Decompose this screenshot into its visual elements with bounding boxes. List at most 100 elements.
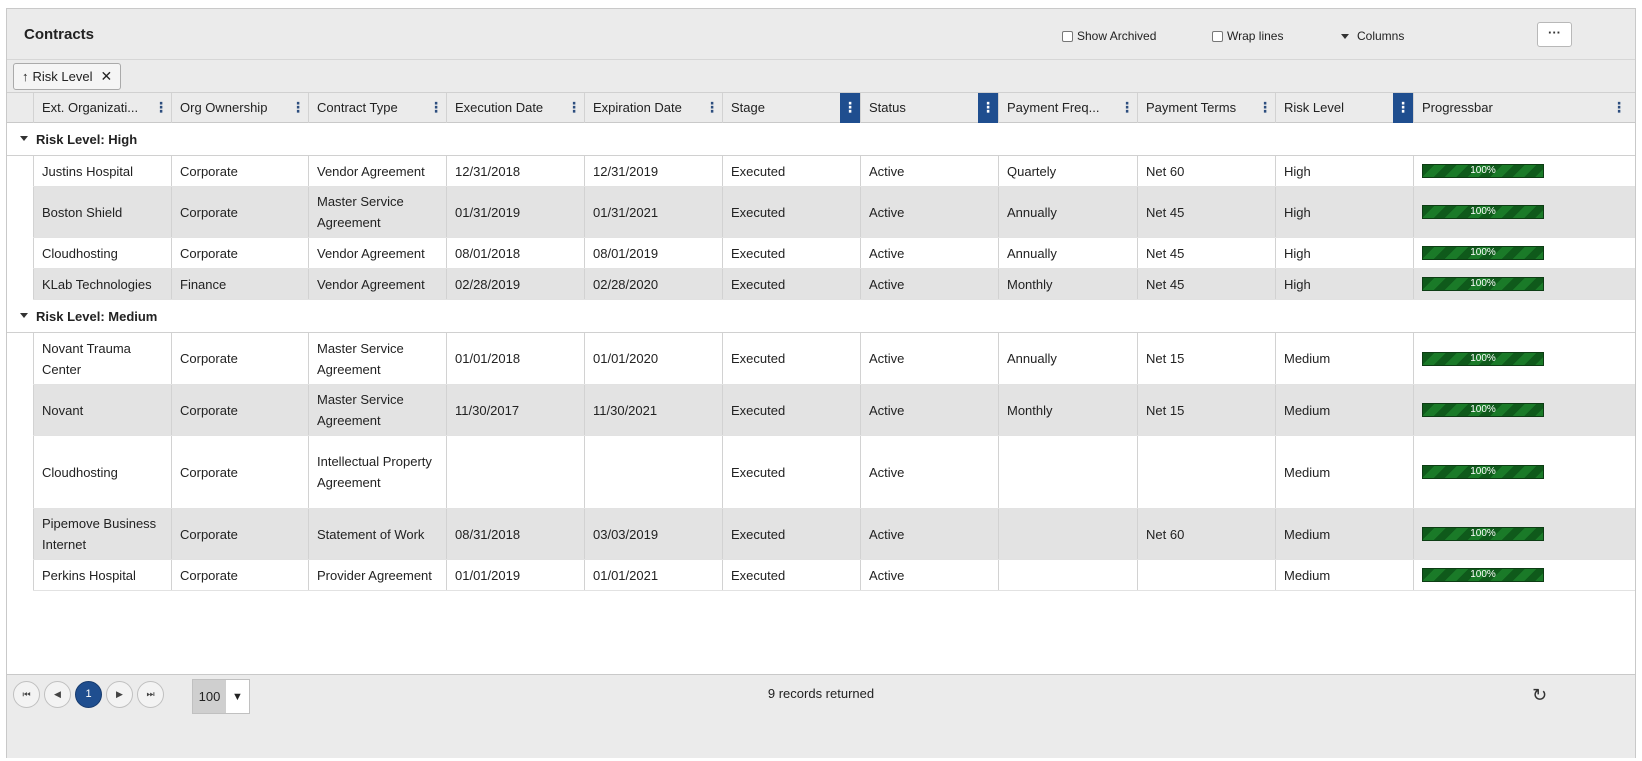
column-header-risk-level[interactable]: Risk Level ⋮: [1275, 93, 1413, 123]
column-header-contract-type[interactable]: Contract Type ⋮: [308, 93, 446, 123]
cell-risk-level: High: [1275, 187, 1413, 237]
column-menu-icon[interactable]: ⋮: [1117, 93, 1137, 123]
cell-text: Net 15: [1146, 402, 1185, 418]
cell-text: Executed: [731, 276, 786, 292]
cell-text: Active: [869, 567, 905, 583]
progress-bar: 100%: [1422, 246, 1544, 260]
cell-expiration-date: 02/28/2020: [584, 269, 722, 299]
cell-stage: Executed: [722, 269, 860, 299]
cell-text: Executed: [731, 163, 786, 179]
wrap-lines-toggle[interactable]: Wrap lines: [1212, 29, 1283, 43]
cell-org-ownership: Corporate: [171, 436, 308, 508]
cell-expiration-date: [584, 436, 722, 508]
column-menu-icon[interactable]: ⋮: [1255, 93, 1275, 123]
column-menu-icon[interactable]: ⋮: [426, 93, 446, 123]
remove-group-icon[interactable]: ✕: [100, 68, 112, 85]
cell-progressbar: 100%: [1413, 269, 1635, 299]
cell-stage: Executed: [722, 333, 860, 384]
column-header-status[interactable]: Status ⋮: [860, 93, 998, 123]
table-row[interactable]: Novant Trauma Center Corporate Master Serv…: [33, 333, 1635, 385]
table-row[interactable]: Pipemove Business Internet Corporate State…: [33, 509, 1635, 560]
cell-ext-organization: Justins Hospital: [33, 156, 171, 186]
wrap-lines-label: Wrap lines: [1227, 29, 1284, 43]
column-menu-icon[interactable]: ⋮: [564, 93, 584, 123]
cell-risk-level: Medium: [1275, 509, 1413, 559]
column-menu-icon[interactable]: ⋮: [978, 93, 998, 123]
cell-text: 01/01/2020: [593, 351, 659, 366]
cell-risk-level: Medium: [1275, 385, 1413, 435]
cell-text: Annually: [1007, 245, 1057, 261]
cell-org-ownership: Corporate: [171, 560, 308, 590]
group-header-label: Risk Level: Medium: [36, 309, 158, 324]
column-header-label: Payment Freq...: [1007, 100, 1100, 115]
column-menu-icon[interactable]: ⋮: [288, 93, 308, 123]
cell-text: Vendor Agreement: [317, 276, 425, 292]
cell-text: Medium: [1284, 464, 1331, 480]
cell-payment-terms: Net 15: [1137, 333, 1275, 384]
columns-menu-button[interactable]: Columns: [1341, 29, 1404, 43]
table-row[interactable]: Justins Hospital Corporate Vendor Agreemen…: [33, 156, 1635, 187]
cell-ext-organization: KLab Technologies: [33, 269, 171, 299]
show-archived-checkbox[interactable]: [1062, 30, 1073, 42]
table-row[interactable]: Perkins Hospital Corporate Provider Agreem…: [33, 560, 1635, 591]
show-archived-toggle[interactable]: Show Archived: [1062, 29, 1156, 43]
wrap-lines-checkbox[interactable]: [1212, 30, 1223, 42]
group-header-row[interactable]: Risk Level: Medium: [7, 300, 1635, 333]
cell-status: Active: [860, 436, 998, 508]
table-row[interactable]: KLab Technologies Finance Vendor Agreement…: [33, 269, 1635, 300]
progress-bar: 100%: [1422, 277, 1544, 291]
progress-bar: 100%: [1422, 568, 1544, 582]
table-row[interactable]: Cloudhosting Corporate Vendor Agreement 08/…: [33, 238, 1635, 269]
cell-text: Statement of Work: [317, 526, 425, 542]
table-row[interactable]: Boston Shield Corporate Master Service Agr…: [33, 187, 1635, 238]
cell-payment-terms: Net 45: [1137, 269, 1275, 299]
cell-stage: Executed: [722, 156, 860, 186]
cell-status: Active: [860, 269, 998, 299]
cell-risk-level: High: [1275, 269, 1413, 299]
cell-ext-organization: Pipemove Business Internet: [33, 509, 171, 559]
cell-stage: Executed: [722, 238, 860, 268]
cell-text: Active: [869, 402, 905, 418]
collapse-group-icon[interactable]: [20, 313, 28, 318]
cell-text: 01/01/2018: [455, 351, 521, 366]
cell-text: Executed: [731, 526, 786, 542]
table-row[interactable]: Cloudhosting Corporate Intellectual Proper…: [33, 436, 1635, 509]
cell-progressbar: 100%: [1413, 156, 1635, 186]
cell-text: Annually: [1007, 351, 1057, 366]
more-options-button[interactable]: ···: [1537, 22, 1572, 47]
chevron-down-icon: [1341, 33, 1349, 39]
table-row[interactable]: Novant Corporate Master Service Agreement 1…: [33, 385, 1635, 436]
cell-text: Corporate: [180, 163, 238, 179]
column-header-org-ownership[interactable]: Org Ownership ⋮: [171, 93, 308, 123]
cell-expiration-date: 12/31/2019: [584, 156, 722, 186]
cell-payment-terms: Net 15: [1137, 385, 1275, 435]
column-header-payment-frequency[interactable]: Payment Freq... ⋮: [998, 93, 1137, 123]
column-header-stage[interactable]: Stage ⋮: [722, 93, 860, 123]
cell-text: 11/30/2017: [455, 402, 520, 418]
column-header-progressbar[interactable]: Progressbar ⋮: [1413, 93, 1629, 123]
column-header-ext-organization[interactable]: Ext. Organizati... ⋮: [33, 93, 171, 123]
group-header-row[interactable]: Risk Level: High: [7, 123, 1635, 156]
cell-execution-date: [446, 436, 584, 508]
group-by-chip-risk-level[interactable]: ↑ Risk Level ✕: [13, 63, 122, 90]
cell-contract-type: Intellectual Property Agreement: [308, 436, 446, 508]
cell-text: KLab Technologies: [42, 276, 152, 292]
column-header-expiration-date[interactable]: Expiration Date ⋮: [584, 93, 722, 123]
collapse-group-icon[interactable]: [20, 136, 28, 141]
progress-bar: 100%: [1422, 205, 1544, 219]
cell-text: Monthly: [1007, 402, 1053, 418]
column-menu-icon[interactable]: ⋮: [702, 93, 722, 123]
cell-text: 02/28/2020: [593, 276, 659, 292]
cell-org-ownership: Corporate: [171, 385, 308, 435]
column-menu-icon[interactable]: ⋮: [840, 93, 860, 123]
columns-label: Columns: [1357, 29, 1405, 43]
refresh-icon[interactable]: ↻: [1532, 685, 1547, 706]
column-menu-icon[interactable]: ⋮: [1609, 93, 1629, 123]
cell-status: Active: [860, 385, 998, 435]
cell-text: 11/30/2021: [593, 402, 658, 418]
column-header-execution-date[interactable]: Execution Date ⋮: [446, 93, 584, 123]
column-menu-icon[interactable]: ⋮: [151, 93, 171, 123]
cell-payment-frequency: Quartely: [998, 156, 1137, 186]
column-menu-icon[interactable]: ⋮: [1393, 93, 1413, 123]
column-header-payment-terms[interactable]: Payment Terms ⋮: [1137, 93, 1275, 123]
